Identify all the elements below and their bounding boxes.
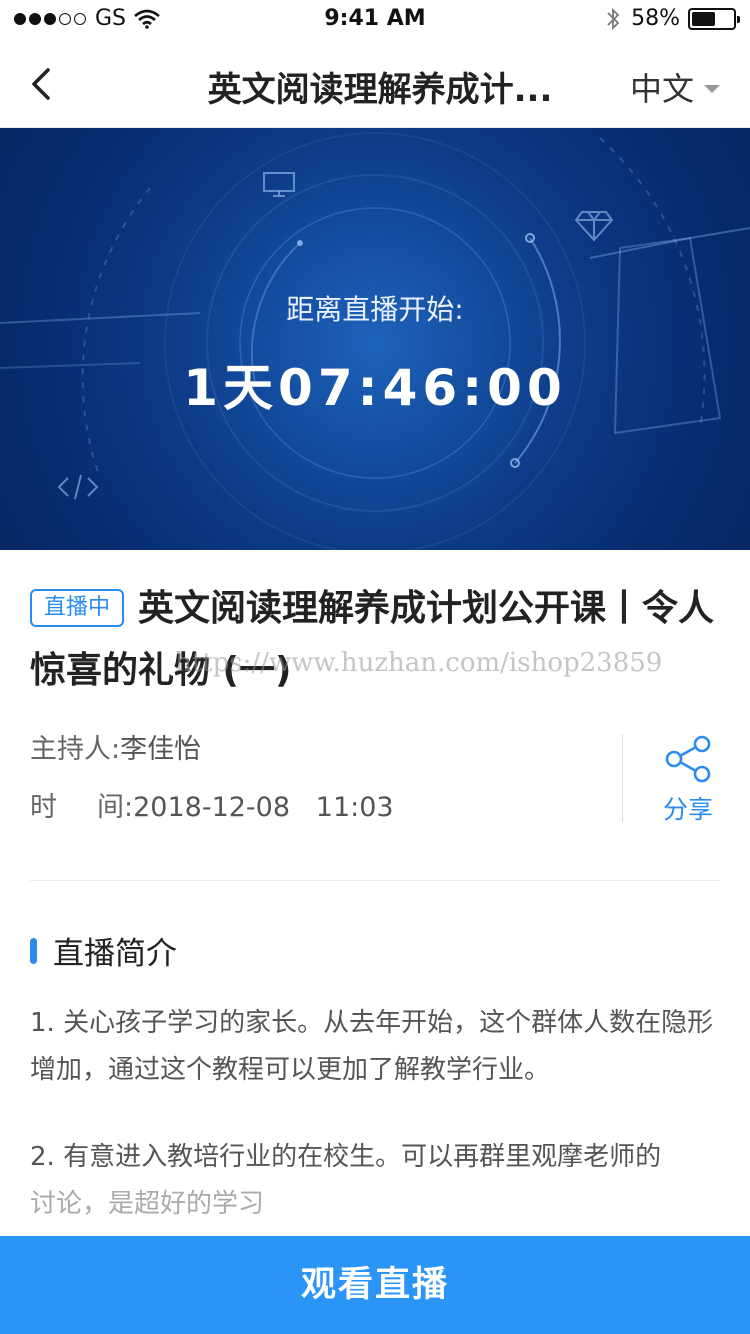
back-button[interactable] (24, 62, 64, 106)
intro-content: 1. 关心孩子学习的家长。从去年开始，这个群体人数在隐形增加，通过这个教程可以更… (30, 1000, 720, 1268)
intro-heading: 直播简介 (53, 936, 177, 972)
intro-paragraph-2-line-2: 讨论，是超好的学习 (30, 1189, 265, 1219)
battery-percentage: 58% (631, 6, 680, 31)
chevron-down-icon (704, 85, 720, 93)
bluetooth-icon (607, 7, 620, 30)
intro-paragraph-1: 1. 关心孩子学习的家长。从去年开始，这个群体人数在隐形增加，通过这个教程可以更… (30, 1008, 714, 1085)
back-chevron-icon (32, 68, 50, 100)
time-row: 时 间:2018-12-08 11:03 (30, 786, 590, 844)
time-label-part-1: 时 (30, 792, 57, 823)
page-title: 英文阅读理解养成计... (207, 70, 553, 110)
banner-decoration (0, 132, 750, 550)
course-title-block: 直播中 英文阅读理解养成计划公开课丨令人惊喜的礼物 (一) (30, 578, 720, 702)
status-right: 58% (605, 6, 740, 31)
share-button[interactable]: 分享 (660, 734, 716, 826)
watch-live-button[interactable]: 观看直播 (0, 1236, 750, 1334)
start-time: 2018-12-08 11:03 (133, 792, 394, 823)
course-info: 直播中 英文阅读理解养成计划公开课丨令人惊喜的礼物 (一) https://www… (30, 578, 720, 702)
battery-level (692, 11, 716, 26)
language-selector[interactable]: 中文 (630, 64, 720, 110)
countdown-label: 距离直播开始: (286, 293, 464, 326)
intro-section-header: 直播简介 (30, 928, 177, 973)
status-bar: GS 9:41 AM 58% (0, 0, 750, 40)
host-name: 李佳怡 (120, 734, 202, 765)
code-icon (57, 474, 99, 500)
battery-icon (688, 7, 740, 30)
language-label: 中文 (629, 70, 694, 108)
section-accent-bar (30, 937, 37, 964)
meta-divider (622, 734, 623, 822)
monitor-icon (263, 172, 295, 197)
countdown-timer: 1天07:46:00 (183, 359, 567, 417)
share-label: 分享 (662, 795, 713, 824)
time-label-part-2: 间: (97, 792, 134, 823)
host-row: 主持人:李佳怡 (30, 728, 590, 786)
navigation-bar: 英文阅读理解养成计... 中文 (0, 40, 750, 128)
intro-paragraph-2: 2. 有意进入教培行业的在校生。可以再群里观摩老师的 讨论，是超好的学习 (30, 1134, 720, 1228)
intro-paragraph-2-line-1: 2. 有意进入教培行业的在校生。可以再群里观摩老师的 (30, 1142, 662, 1172)
diamond-icon (574, 211, 614, 242)
live-status-badge: 直播中 (30, 589, 125, 627)
section-divider (30, 880, 720, 881)
course-meta: 主持人:李佳怡 时 间:2018-12-08 11:03 (30, 728, 590, 844)
watermark: https://www.huzhan.com/ishop23859 (175, 648, 663, 678)
countdown-banner: 距离直播开始: 1天07:46:00 (0, 128, 750, 550)
share-icon (665, 735, 711, 783)
host-label: 主持人: (30, 734, 121, 765)
